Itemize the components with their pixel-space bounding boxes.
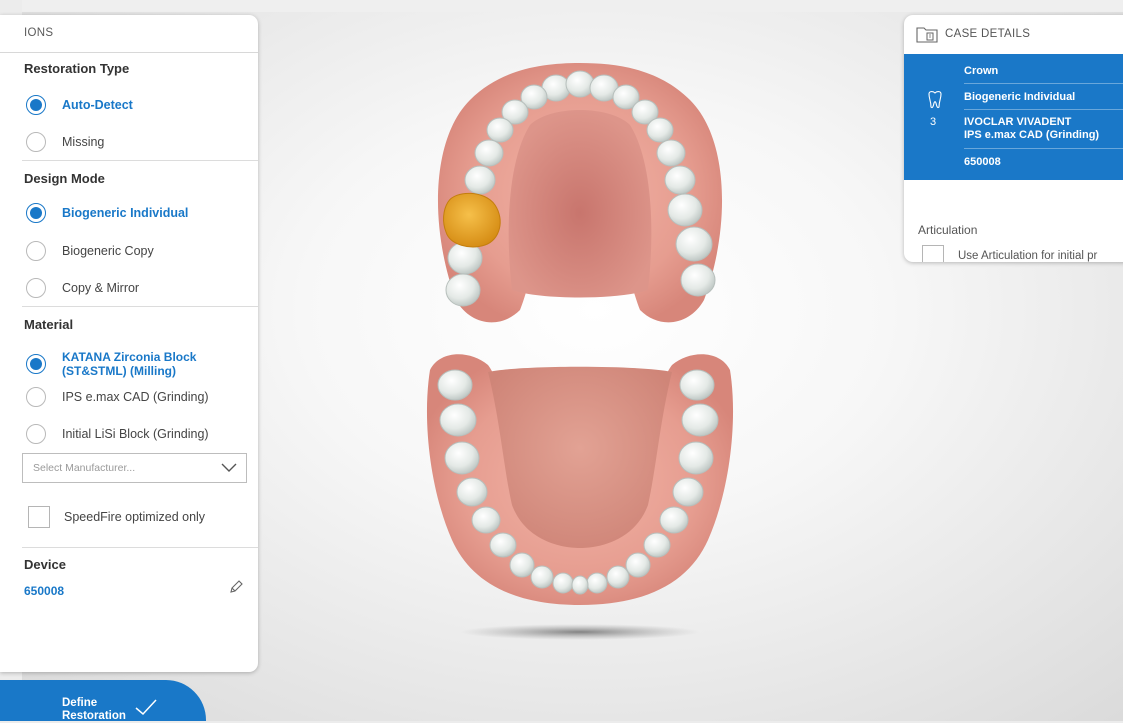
option-copy-mirror[interactable]: Copy & Mirror <box>26 276 139 300</box>
radio-selected-icon[interactable] <box>26 354 46 374</box>
selected-tooth-3[interactable] <box>443 192 501 248</box>
divider <box>22 547 258 548</box>
restoration-type-value: Crown <box>964 65 999 77</box>
design-mode-value: Biogeneric Individual <box>964 91 1076 103</box>
divider <box>964 109 1123 110</box>
divider <box>22 160 258 161</box>
restoration-options-panel: IONS Restoration Type Auto-Detect Missin… <box>0 15 258 672</box>
tab-label-line1: Define <box>62 697 98 709</box>
radio-icon[interactable] <box>26 132 46 152</box>
articulation-checkbox[interactable] <box>922 245 944 262</box>
radio-icon[interactable] <box>26 241 46 261</box>
chevron-down-icon <box>221 463 237 472</box>
tab-label-line2: Restoration <box>62 710 126 722</box>
option-initial-lisi[interactable]: Initial LiSi Block (Grinding) <box>26 422 209 446</box>
material-title: Material <box>24 317 74 332</box>
define-restoration-label: Define Restoration <box>62 697 126 723</box>
option-auto-detect[interactable]: Auto-Detect <box>26 93 133 117</box>
articulation-checkbox-row[interactable]: Use Articulation for initial pr <box>922 245 1097 262</box>
device-value: 650008 <box>964 156 1001 168</box>
divider <box>964 148 1123 149</box>
case-details-header: CASE DETAILS <box>904 15 1123 52</box>
case-details-title: CASE DETAILS <box>945 27 1031 40</box>
option-ips-emax[interactable]: IPS e.max CAD (Grinding) <box>26 385 209 409</box>
speedfire-checkbox-row[interactable]: SpeedFire optimized only <box>28 506 205 528</box>
option-biogeneric-individual[interactable]: Biogeneric Individual <box>26 201 188 225</box>
material-value: IPS e.max CAD (Grinding) <box>964 129 1100 141</box>
tooth-number: 3 <box>930 116 937 128</box>
radio-icon[interactable] <box>26 424 46 444</box>
manufacturer-placeholder: Select Manufacturer... <box>33 462 136 474</box>
articulation-title: Articulation <box>918 223 978 237</box>
restoration-card[interactable]: 3 Crown Biogeneric Individual IVOCLAR VI… <box>904 54 1123 180</box>
option-biogeneric-copy[interactable]: Biogeneric Copy <box>26 239 154 263</box>
case-details-panel: CASE DETAILS 3 Crown Biogeneric Individu… <box>904 15 1123 262</box>
jaw-shadow <box>460 624 700 640</box>
tooth-icon <box>928 91 942 109</box>
device-value: 650008 <box>24 584 65 598</box>
panel-header: IONS <box>0 15 258 53</box>
radio-selected-icon[interactable] <box>26 203 46 223</box>
speedfire-label: SpeedFire optimized only <box>64 510 206 524</box>
lower-jaw[interactable] <box>426 354 734 605</box>
radio-icon[interactable] <box>26 278 46 298</box>
option-label: KATANA Zirconia Block (ST&STML) (Milling… <box>62 350 197 378</box>
restoration-type-title: Restoration Type <box>24 61 130 76</box>
option-missing[interactable]: Missing <box>26 130 104 154</box>
option-katana-zirconia[interactable]: KATANA Zirconia Block (ST&STML) (Milling… <box>26 347 212 381</box>
palate <box>508 110 652 298</box>
folder-icon <box>916 26 938 43</box>
manufacturer-select[interactable]: Select Manufacturer... <box>22 453 247 483</box>
pencil-icon[interactable] <box>228 579 244 595</box>
option-label: Auto-Detect <box>62 98 133 112</box>
option-label: IPS e.max CAD (Grinding) <box>62 390 209 404</box>
divider <box>22 306 258 307</box>
checkmark-icon <box>135 699 157 716</box>
manufacturer-value: IVOCLAR VIVADENT <box>964 116 1072 128</box>
articulation-label: Use Articulation for initial pr <box>958 250 1098 262</box>
option-label: Biogeneric Individual <box>62 206 189 220</box>
option-label: Biogeneric Copy <box>62 244 154 258</box>
speedfire-checkbox[interactable] <box>28 506 50 528</box>
radio-selected-icon[interactable] <box>26 95 46 115</box>
option-label: Initial LiSi Block (Grinding) <box>62 427 209 441</box>
design-mode-title: Design Mode <box>24 171 105 186</box>
option-label: Missing <box>62 135 105 149</box>
option-label: Copy & Mirror <box>62 281 140 295</box>
define-restoration-tab[interactable]: Define Restoration <box>0 680 206 723</box>
device-title: Device <box>24 557 66 572</box>
upper-jaw[interactable] <box>437 63 723 323</box>
radio-icon[interactable] <box>26 387 46 407</box>
divider <box>964 83 1123 84</box>
